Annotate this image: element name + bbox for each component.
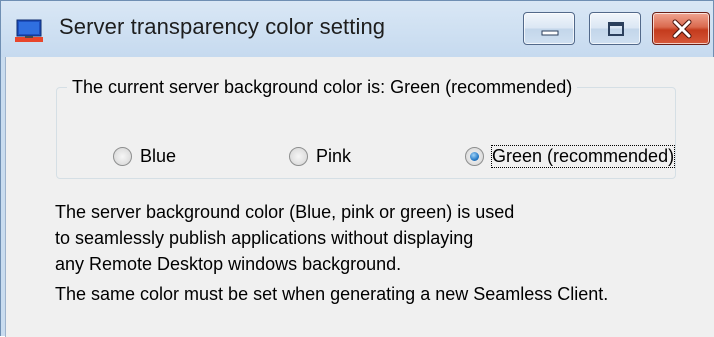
dialog-body: The current server background color is: … [5,57,714,337]
color-option-group: The current server background color is: … [56,77,676,179]
radio-option-green[interactable]: Green (recommended) [465,145,676,168]
close-button[interactable] [652,12,710,45]
description-line: any Remote Desktop windows background. [55,254,402,274]
radio-button-pink[interactable] [289,147,308,166]
radio-label-blue[interactable]: Blue [140,146,176,167]
description-line: The server background color (Blue, pink … [55,202,515,222]
radio-button-blue[interactable] [113,147,132,166]
maximize-icon [608,22,624,36]
dialog-window: Server transparency color setting The cu… [0,0,714,337]
radio-label-green[interactable]: Green (recommended) [490,145,676,168]
minimize-icon [541,30,559,36]
current-color-legend: The current server background color is: … [72,77,573,97]
maximize-button[interactable] [589,12,641,45]
radio-option-blue[interactable]: Blue [113,146,176,167]
seamless-client-note: The same color must be set when generati… [55,284,609,304]
description-text: The server background color (Blue, pink … [55,199,514,277]
description-line: to seamlessly publish applications witho… [55,228,474,248]
radio-label-pink[interactable]: Pink [316,146,351,167]
close-icon [672,19,692,39]
radio-button-green[interactable] [465,147,484,166]
minimize-button[interactable] [523,12,575,45]
title-bar[interactable]: Server transparency color setting [1,1,713,57]
monitor-icon [15,18,43,44]
radio-option-pink[interactable]: Pink [289,146,351,167]
window-title: Server transparency color setting [59,14,386,39]
